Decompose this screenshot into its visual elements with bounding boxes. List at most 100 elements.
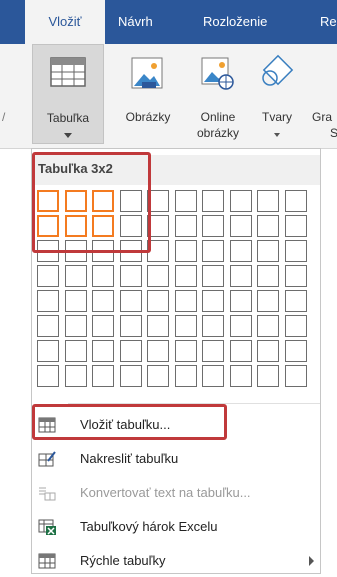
grid-cell[interactable] <box>119 215 142 237</box>
grid-cell[interactable] <box>257 340 279 362</box>
grid-cell[interactable] <box>257 365 279 387</box>
grid-cell[interactable] <box>284 215 307 237</box>
grid-cell[interactable] <box>202 315 224 337</box>
grid-cell[interactable] <box>284 240 307 262</box>
grid-cell[interactable] <box>284 265 307 287</box>
grid-cell[interactable] <box>147 340 169 362</box>
excel-sheet-icon <box>38 519 56 535</box>
grid-cell[interactable] <box>37 265 59 287</box>
tab-layout[interactable]: Rozloženie <box>203 0 267 44</box>
grid-cell[interactable] <box>202 265 224 287</box>
grid-cell[interactable] <box>147 190 169 212</box>
grid-cell[interactable] <box>119 290 142 312</box>
grid-cell[interactable] <box>92 265 114 287</box>
excel-sheet-menu-item[interactable]: Tabuľkový hárok Excelu <box>32 511 320 543</box>
insert-table-menu-item[interactable]: Vložiť tabuľku... <box>32 409 320 441</box>
grid-cell[interactable] <box>257 290 279 312</box>
insert-table-label: Vložiť tabuľku... <box>80 417 171 432</box>
convert-text-menu-item[interactable]: Konvertovať text na tabuľku... <box>32 477 320 509</box>
table-button[interactable]: Tabuľka <box>32 44 104 144</box>
table-picker-grid[interactable] <box>37 190 312 390</box>
grid-cell[interactable] <box>119 365 142 387</box>
tab-insert[interactable]: Vložiť <box>25 0 105 44</box>
grid-cell[interactable] <box>284 315 307 337</box>
grid-cell[interactable] <box>257 315 279 337</box>
grid-cell[interactable] <box>202 340 224 362</box>
tab-references-partial[interactable]: Re <box>320 0 337 44</box>
grid-cell[interactable] <box>37 365 59 387</box>
grid-cell[interactable] <box>174 290 197 312</box>
grid-cell[interactable] <box>202 190 224 212</box>
grid-cell[interactable] <box>119 190 142 212</box>
grid-cell[interactable] <box>37 240 59 262</box>
grid-cell[interactable] <box>119 315 142 337</box>
grid-cell[interactable] <box>147 265 169 287</box>
grid-cell[interactable] <box>202 215 224 237</box>
online-pictures-button[interactable]: Online obrázky <box>188 44 248 144</box>
grid-cell[interactable] <box>257 215 279 237</box>
grid-cell[interactable] <box>64 340 87 362</box>
grid-cell[interactable] <box>147 315 169 337</box>
grid-cell[interactable] <box>119 240 142 262</box>
grid-cell[interactable] <box>202 240 224 262</box>
grid-cell[interactable] <box>64 315 87 337</box>
grid-cell[interactable] <box>174 240 197 262</box>
shapes-button[interactable]: Tvary <box>252 44 302 144</box>
grid-cell[interactable] <box>64 290 87 312</box>
grid-cell[interactable] <box>229 365 252 387</box>
grid-cell-selected[interactable] <box>37 190 59 212</box>
grid-cell[interactable] <box>92 315 114 337</box>
grid-cell[interactable] <box>147 290 169 312</box>
online-picture-icon <box>201 57 234 90</box>
grid-cell[interactable] <box>64 265 87 287</box>
grid-cell[interactable] <box>119 265 142 287</box>
grid-cell[interactable] <box>92 340 114 362</box>
grid-cell[interactable] <box>229 215 252 237</box>
quick-tables-menu-item[interactable]: Rýchle tabuľky <box>32 545 320 577</box>
grid-cell[interactable] <box>284 365 307 387</box>
tab-design[interactable]: Návrh <box>118 0 153 44</box>
grid-cell[interactable] <box>229 290 252 312</box>
grid-cell[interactable] <box>202 290 224 312</box>
grid-cell[interactable] <box>174 365 197 387</box>
grid-cell[interactable] <box>174 190 197 212</box>
grid-cell[interactable] <box>92 240 114 262</box>
grid-cell[interactable] <box>257 240 279 262</box>
grid-cell[interactable] <box>229 240 252 262</box>
insert-table-dropdown: Tabuľka 3x2 Vložiť tabuľku... Nakresliť … <box>31 148 321 574</box>
grid-cell[interactable] <box>64 240 87 262</box>
grid-cell[interactable] <box>64 365 87 387</box>
grid-cell[interactable] <box>257 190 279 212</box>
grid-cell-selected[interactable] <box>92 215 114 237</box>
grid-cell-selected[interactable] <box>64 215 87 237</box>
grid-cell[interactable] <box>119 340 142 362</box>
grid-cell[interactable] <box>229 190 252 212</box>
draw-table-menu-item[interactable]: Nakresliť tabuľku <box>32 443 320 475</box>
grid-cell[interactable] <box>174 315 197 337</box>
grid-cell[interactable] <box>174 265 197 287</box>
quick-tables-icon <box>38 553 56 569</box>
grid-cell[interactable] <box>284 340 307 362</box>
grid-cell[interactable] <box>147 240 169 262</box>
grid-cell[interactable] <box>147 215 169 237</box>
grid-cell[interactable] <box>37 290 59 312</box>
grid-cell[interactable] <box>92 290 114 312</box>
grid-cell[interactable] <box>202 365 224 387</box>
grid-cell-selected[interactable] <box>37 215 59 237</box>
grid-cell[interactable] <box>229 315 252 337</box>
grid-cell[interactable] <box>257 265 279 287</box>
grid-cell-selected[interactable] <box>92 190 114 212</box>
grid-cell[interactable] <box>92 365 114 387</box>
grid-cell[interactable] <box>147 365 169 387</box>
grid-cell[interactable] <box>37 315 59 337</box>
pictures-button[interactable]: Obrázky <box>112 44 184 144</box>
grid-cell[interactable] <box>174 340 197 362</box>
grid-cell[interactable] <box>37 340 59 362</box>
graphics-button-partial[interactable]: Gra S <box>306 44 337 144</box>
grid-cell[interactable] <box>284 190 307 212</box>
grid-cell[interactable] <box>284 290 307 312</box>
grid-cell[interactable] <box>229 265 252 287</box>
grid-cell-selected[interactable] <box>64 190 87 212</box>
grid-cell[interactable] <box>174 215 197 237</box>
grid-cell[interactable] <box>229 340 252 362</box>
